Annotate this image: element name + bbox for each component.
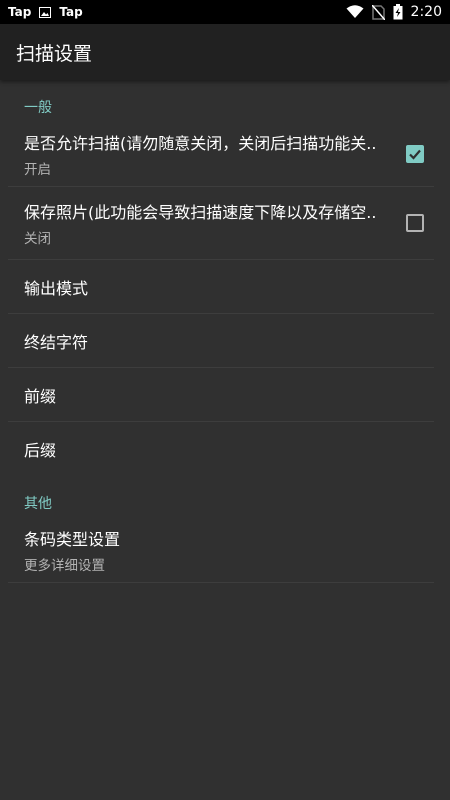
image-icon [39,6,52,18]
pref-output-mode-title: 输出模式 [24,278,89,298]
pref-suffix[interactable]: 后缀 [8,422,434,476]
pref-prefix-title: 前缀 [24,386,57,406]
pref-save-photo-summary: 关闭 [24,231,51,247]
wifi-icon [346,5,364,19]
pref-terminator-title: 终结字符 [24,332,89,352]
save-photo-checkbox[interactable] [406,214,424,232]
category-header-other: 其他 [24,496,52,512]
pref-barcode-types[interactable]: 条码类型设置 更多详细设置 [8,518,434,583]
status-bar: Tap Tap 2:20 [0,0,450,24]
section-general: 一般 是否允许扫描(请勿随意关闭，关闭后扫描功能关.. 开启 保存照片(此功能会… [0,80,450,476]
pref-allow-scan[interactable]: 是否允许扫描(请勿随意关闭，关闭后扫描功能关.. 开启 [8,122,434,187]
pref-terminator[interactable]: 终结字符 [8,314,434,368]
notification-tap-1: Tap [8,5,32,19]
allow-scan-checkbox[interactable] [406,145,424,163]
pref-save-photo[interactable]: 保存照片(此功能会导致扫描速度下降以及存储空.. 关闭 [8,187,434,260]
pref-barcode-types-summary: 更多详细设置 [24,558,105,574]
category-header-general: 一般 [24,100,52,116]
pref-allow-scan-summary: 开启 [24,162,51,178]
app-toolbar: 扫描设置 [0,24,450,80]
pref-allow-scan-title: 是否允许扫描(请勿随意关闭，关闭后扫描功能关.. [24,134,377,153]
check-icon [409,149,421,160]
section-other: 其他 条码类型设置 更多详细设置 [0,476,450,583]
pref-prefix[interactable]: 前缀 [8,368,434,422]
status-time: 2:20 [410,4,442,20]
no-sim-icon [371,4,385,20]
notification-tap-2: Tap [59,5,83,19]
pref-save-photo-title: 保存照片(此功能会导致扫描速度下降以及存储空.. [24,203,377,222]
battery-charging-icon [393,4,403,20]
page-title: 扫描设置 [16,42,93,65]
pref-output-mode[interactable]: 输出模式 [8,260,434,314]
pref-barcode-types-title: 条码类型设置 [24,530,121,549]
pref-suffix-title: 后缀 [24,441,57,460]
